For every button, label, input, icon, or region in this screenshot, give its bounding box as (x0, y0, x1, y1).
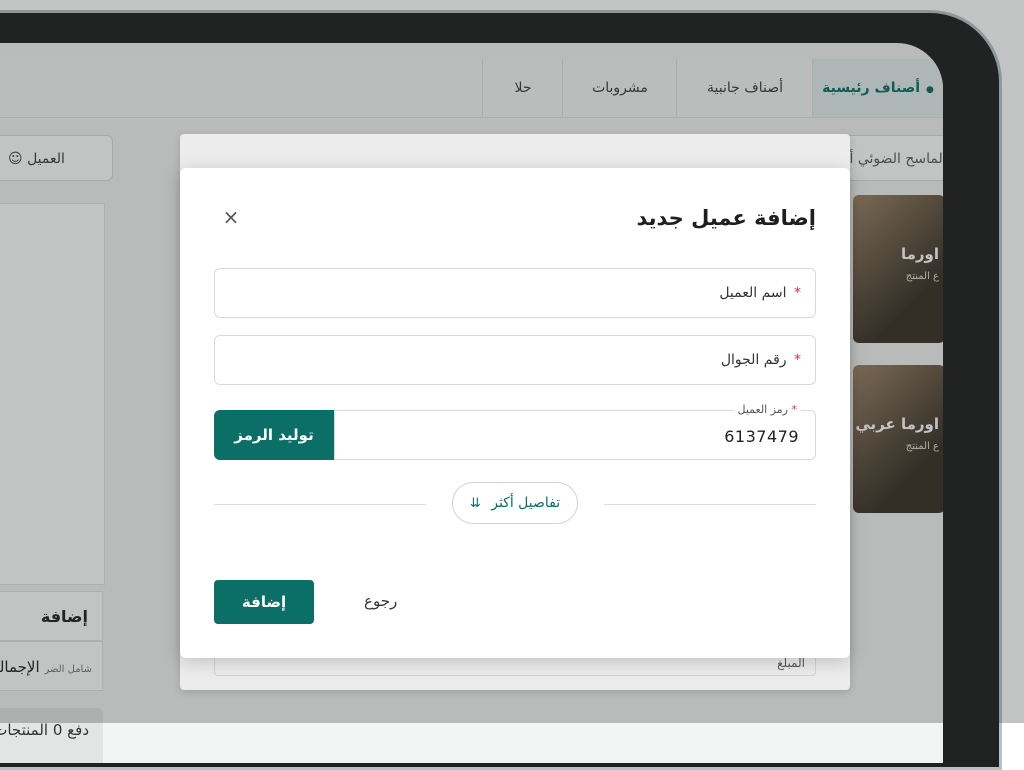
required-mark: * (794, 285, 801, 301)
customer-code-input[interactable]: * رمز العميل 6137479 (334, 403, 816, 460)
customer-name-field[interactable]: * اسم العميل (214, 268, 816, 318)
customer-name-label: * اسم العميل (719, 285, 801, 301)
phone-label: * رقم الجوال (720, 352, 801, 368)
customer-code-label: * رمز العميل (733, 403, 801, 416)
customer-code-group: * رمز العميل 6137479 توليد الرمز (214, 403, 816, 460)
phone-field[interactable]: * رقم الجوال (214, 335, 816, 385)
more-details-button[interactable]: تفاصيل أكثر ⇊ (452, 482, 578, 524)
more-details-label: تفاصيل أكثر (491, 495, 561, 511)
generate-code-button[interactable]: توليد الرمز (214, 410, 334, 460)
customer-code-value: 6137479 (724, 427, 799, 446)
required-mark: * (794, 352, 801, 368)
add-button[interactable]: إضافة (214, 580, 314, 624)
divider (214, 504, 426, 505)
divider (604, 504, 816, 505)
dialog-title: إضافة عميل جديد (636, 206, 816, 230)
double-chevron-down-icon: ⇊ (469, 496, 481, 511)
close-icon[interactable]: × (222, 207, 240, 227)
behind-field: المبلغ (214, 656, 816, 676)
add-customer-dialog: إضافة عميل جديد × * اسم العميل * رقم الج… (180, 168, 850, 658)
back-button[interactable]: رجوع (364, 592, 397, 610)
